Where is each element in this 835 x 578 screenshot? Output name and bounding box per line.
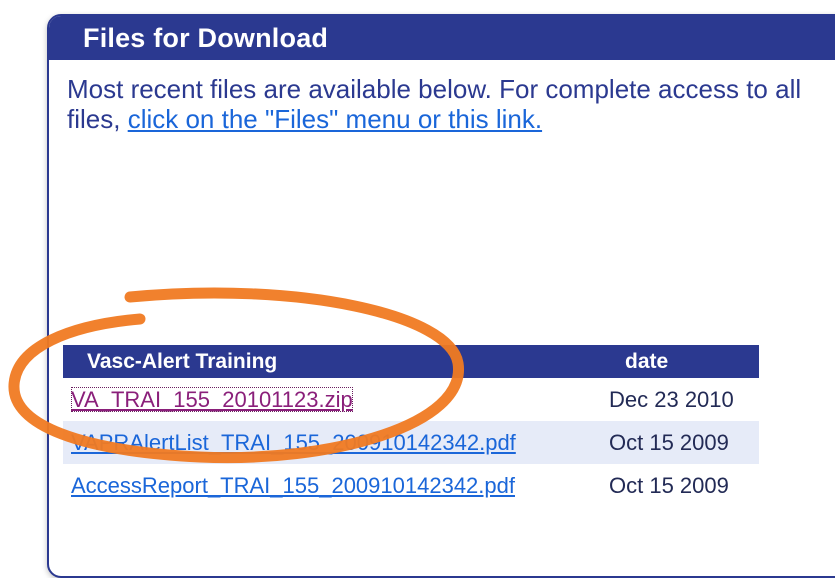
file-date: Oct 15 2009 bbox=[609, 472, 729, 498]
file-date: Dec 23 2010 bbox=[609, 386, 734, 412]
column-header-name: Vasc-Alert Training bbox=[63, 345, 609, 378]
files-table: Vasc-Alert Training date VA_TRAI_155_201… bbox=[63, 345, 759, 507]
file-link[interactable]: VAPRAlertList_TRAI_155_200910142342.pdf bbox=[71, 430, 516, 455]
table-row: VAPRAlertList_TRAI_155_200910142342.pdf … bbox=[63, 421, 759, 464]
file-link[interactable]: AccessReport_TRAI_155_200910142342.pdf bbox=[71, 473, 515, 498]
table-header-row: Vasc-Alert Training date bbox=[63, 345, 759, 378]
file-date: Oct 15 2009 bbox=[609, 421, 759, 464]
column-header-date: date bbox=[609, 345, 759, 378]
intro-paragraph: Most recent files are available below. F… bbox=[67, 74, 827, 134]
file-link[interactable]: VA_TRAI_155_20101123.zip bbox=[71, 386, 353, 412]
files-for-download-panel: Files for Download Most recent files are… bbox=[47, 14, 835, 578]
table-row: AccessReport_TRAI_155_200910142342.pdf O… bbox=[63, 464, 759, 507]
table-row: VA_TRAI_155_20101123.zip Dec 23 2010 bbox=[63, 378, 759, 421]
all-files-link[interactable]: click on the "Files" menu or this link. bbox=[128, 104, 542, 134]
panel-title: Files for Download bbox=[49, 16, 835, 60]
